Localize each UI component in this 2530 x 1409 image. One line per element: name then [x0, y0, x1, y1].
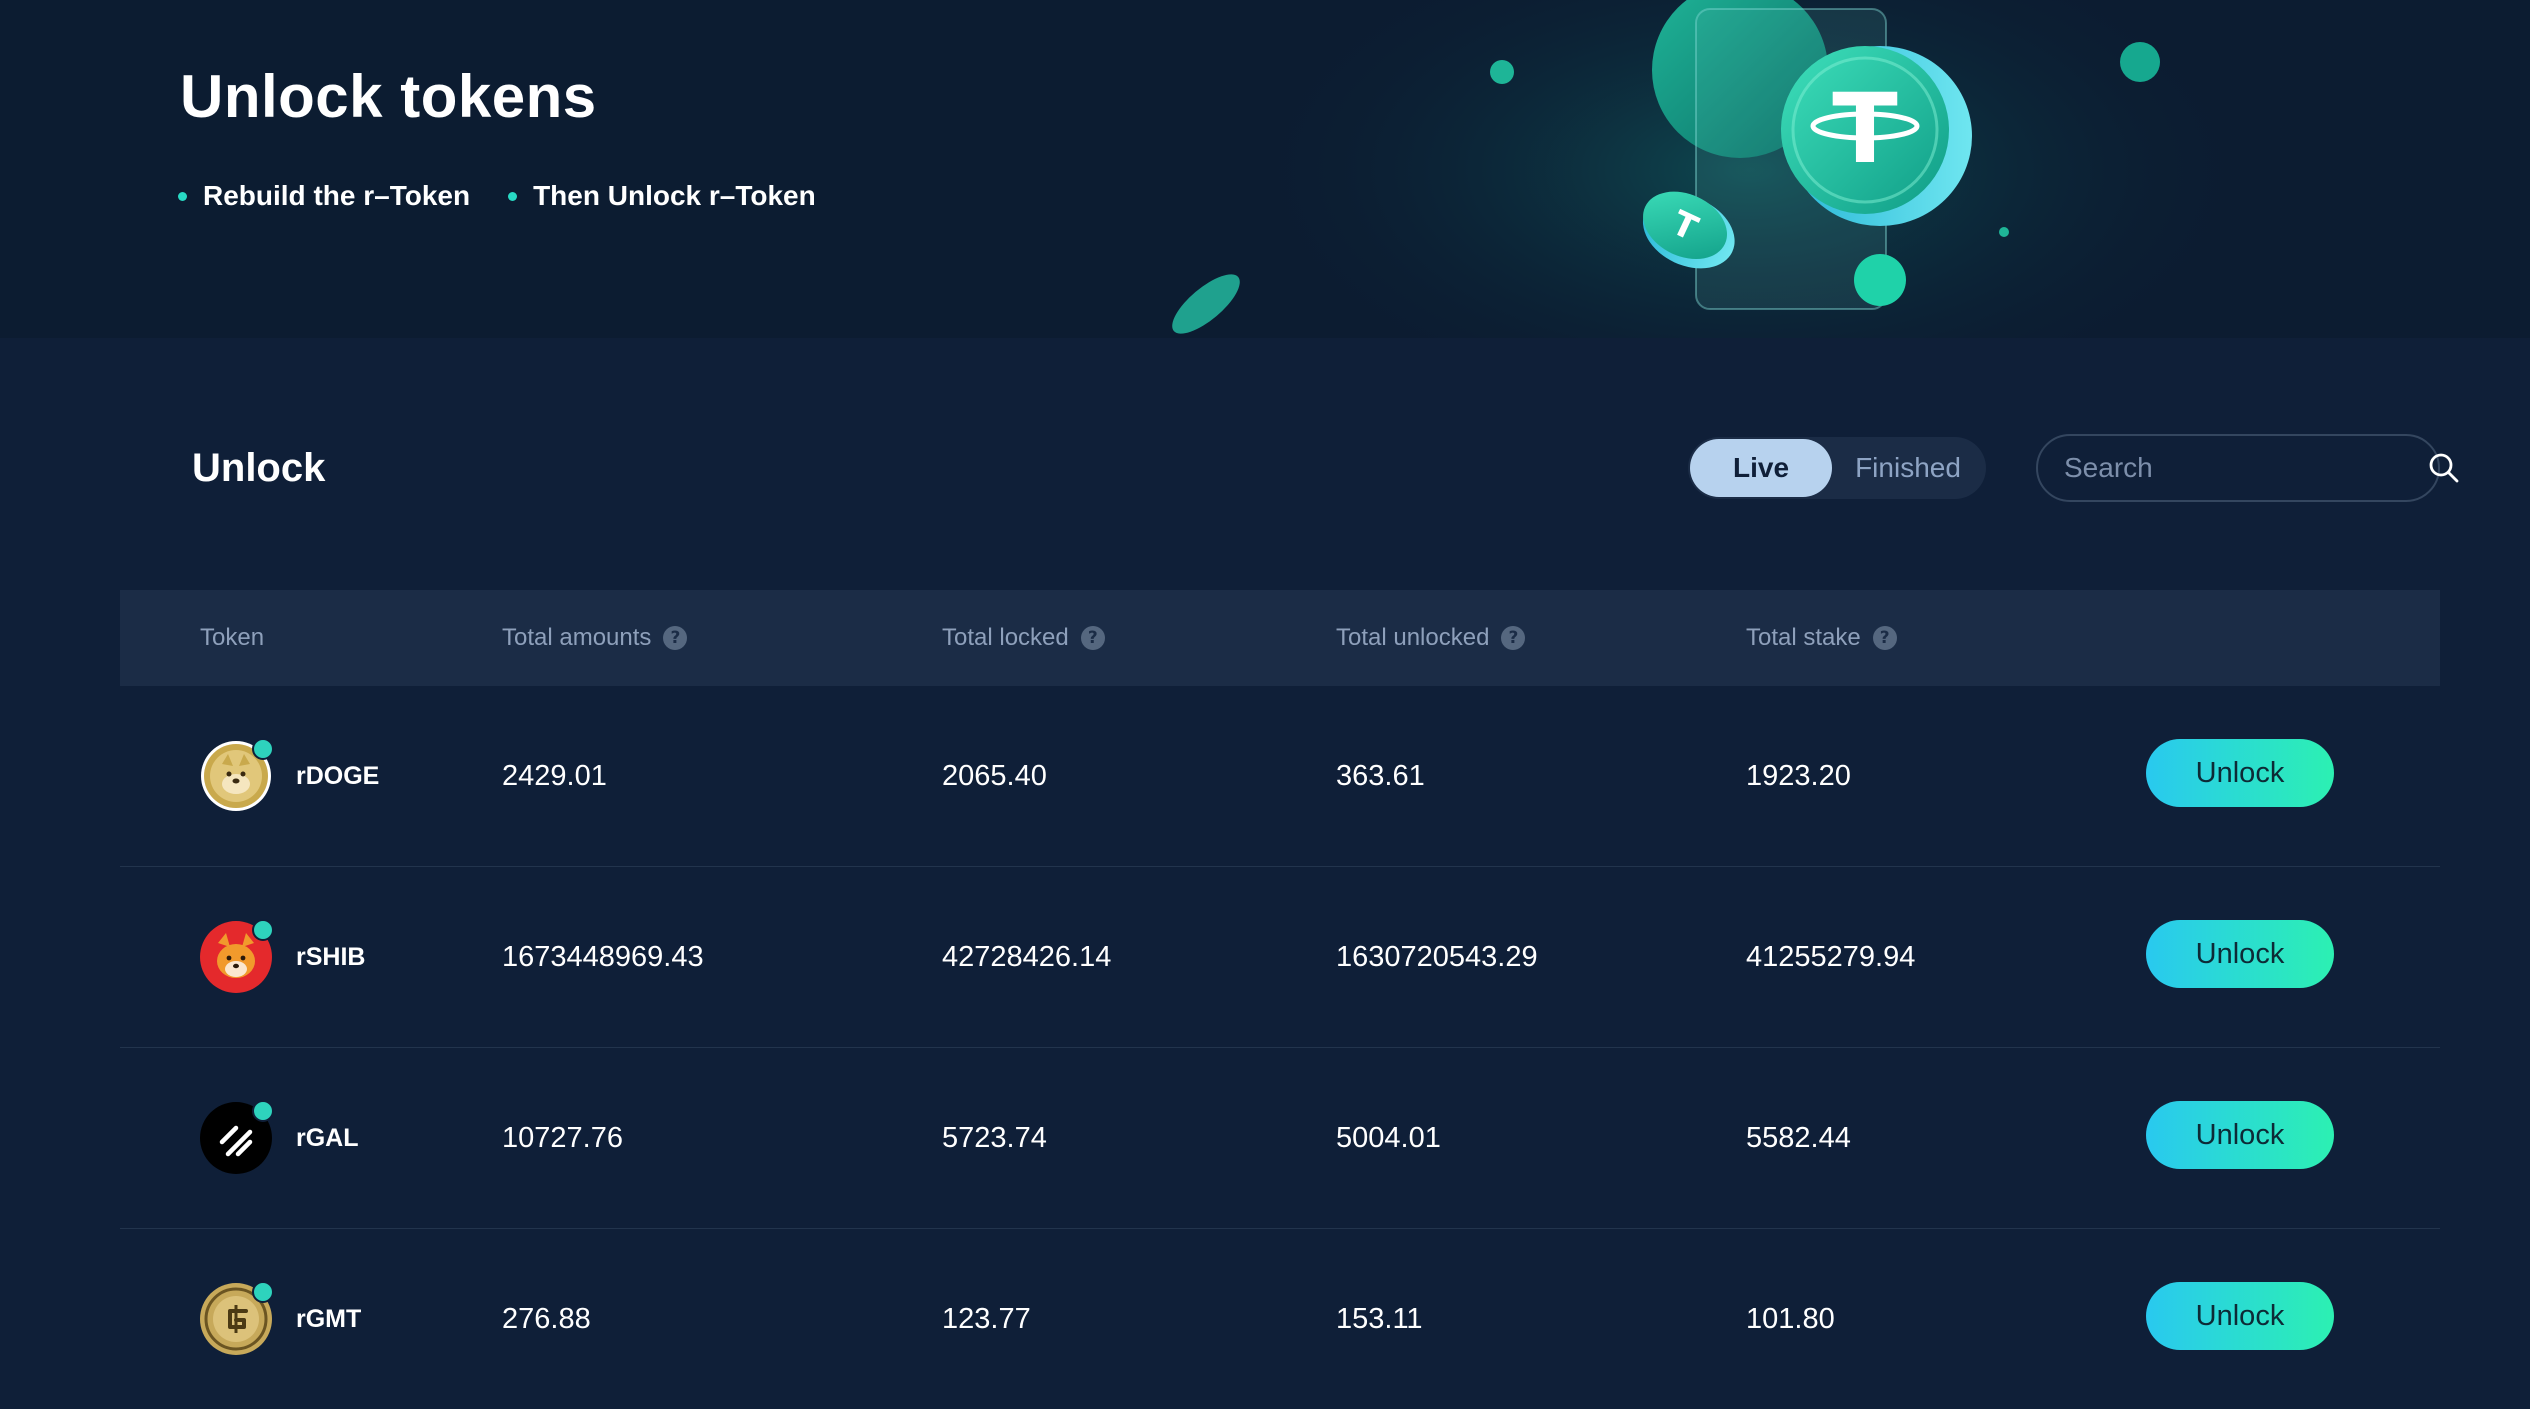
token-cell: rDOGE [200, 686, 379, 866]
hero-step-1: Rebuild the r–Token [178, 180, 470, 212]
gal-icon [200, 1100, 274, 1174]
bubble [1999, 227, 2009, 237]
bullet-dot-icon [508, 191, 518, 201]
total-unlocked-cell: 5004.01 [1336, 1121, 1441, 1154]
column-header-label: Total unlocked [1336, 624, 1490, 651]
unlock-button[interactable]: Unlock [2146, 1101, 2334, 1169]
column-header-total-stake: Total stake ? [1746, 590, 1897, 686]
status-dot-icon [252, 1281, 274, 1303]
bubble [1854, 254, 1906, 306]
total-stake-cell: 1923.20 [1746, 759, 1851, 792]
table-row: rSHIB 1673448969.43 42728426.14 16307205… [120, 867, 2440, 1048]
column-header-total-amounts: Total amounts ? [502, 590, 688, 686]
total-amounts-cell: 276.88 [502, 1302, 591, 1335]
unlock-button[interactable]: Unlock [2146, 920, 2334, 988]
bubble [2120, 42, 2160, 82]
hero-illustration: T T [1172, 0, 2270, 338]
total-locked-cell: 42728426.14 [942, 940, 1112, 973]
unlock-button[interactable]: Unlock [2146, 1282, 2334, 1350]
token-name: rSHIB [296, 942, 366, 971]
search-input[interactable] [2062, 451, 2427, 485]
token-name: rGAL [296, 1123, 359, 1152]
hero-title: Unlock tokens [180, 63, 597, 130]
help-icon[interactable]: ? [663, 626, 688, 650]
total-unlocked-cell: 363.61 [1336, 759, 1425, 792]
svg-text:T: T [1832, 73, 1897, 185]
total-amounts-cell: 2429.01 [502, 759, 607, 792]
column-header-total-locked: Total locked ? [942, 590, 1105, 686]
table-row: rDOGE 2429.01 2065.40 363.61 1923.20 Unl… [120, 686, 2440, 867]
column-header-label: Total locked [942, 624, 1069, 651]
total-locked-cell: 123.77 [942, 1302, 1031, 1335]
search-icon[interactable] [2427, 450, 2461, 486]
unlock-table: Token Total amounts ? Total locked ? Tot… [120, 590, 2440, 1409]
token-cell: rGAL [200, 1048, 359, 1228]
section-title: Unlock [192, 446, 326, 490]
flying-coin [1172, 274, 1240, 334]
column-header-token: Token [200, 590, 264, 686]
total-locked-cell: 2065.40 [942, 759, 1047, 792]
token-cell: rGMT [200, 1229, 361, 1409]
status-dot-icon [252, 738, 274, 760]
column-header-total-unlocked: Total unlocked ? [1336, 590, 1526, 686]
total-stake-cell: 101.80 [1746, 1302, 1835, 1335]
hero-step-2: Then Unlock r–Token [508, 180, 816, 212]
total-unlocked-cell: 1630720543.29 [1336, 940, 1538, 973]
token-name: rDOGE [296, 761, 380, 790]
column-header-label: Total amounts [502, 624, 652, 651]
unlock-button[interactable]: Unlock [2146, 739, 2334, 807]
status-dot-icon [252, 1100, 274, 1122]
bullet-dot-icon [178, 191, 187, 201]
status-dot-icon [252, 919, 274, 941]
total-unlocked-cell: 153.11 [1336, 1302, 1423, 1335]
token-name: rGMT [296, 1304, 362, 1333]
hero-steps: Rebuild the r–Token Then Unlock r–Token [178, 180, 816, 212]
table-row: rGMT 276.88 123.77 153.11 101.80 Unlock [120, 1229, 2440, 1409]
doge-icon [200, 738, 274, 812]
shib-icon [200, 919, 274, 993]
column-header-label: Token [200, 624, 265, 651]
bubble [1490, 60, 1514, 84]
help-icon[interactable]: ? [1501, 626, 1526, 650]
search-box [2036, 434, 2459, 502]
hero-step-2-label: Then Unlock r–Token [533, 180, 816, 211]
help-icon[interactable]: ? [1080, 626, 1105, 650]
help-icon[interactable]: ? [1872, 626, 1897, 650]
tab-live[interactable]: Live [1690, 439, 1832, 497]
status-toggle: Live Finished [1688, 437, 1986, 499]
total-amounts-cell: 1673448969.43 [502, 940, 704, 973]
total-stake-cell: 5582.44 [1746, 1121, 1851, 1154]
tab-finished[interactable]: Finished [1832, 439, 1984, 497]
gmt-icon [200, 1281, 274, 1355]
total-locked-cell: 5723.74 [942, 1121, 1047, 1154]
total-stake-cell: 41255279.94 [1746, 940, 1916, 973]
column-header-label: Total stake [1746, 624, 1861, 651]
table-header: Token Total amounts ? Total locked ? Tot… [120, 590, 2440, 686]
hero-banner: Unlock tokens Rebuild the r–Token Then U… [0, 0, 2530, 338]
table-row: rGAL 10727.76 5723.74 5004.01 5582.44 Un… [120, 1048, 2440, 1229]
hero-step-1-label: Rebuild the r–Token [203, 180, 471, 211]
total-amounts-cell: 10727.76 [502, 1121, 623, 1154]
token-cell: rSHIB [200, 867, 365, 1047]
